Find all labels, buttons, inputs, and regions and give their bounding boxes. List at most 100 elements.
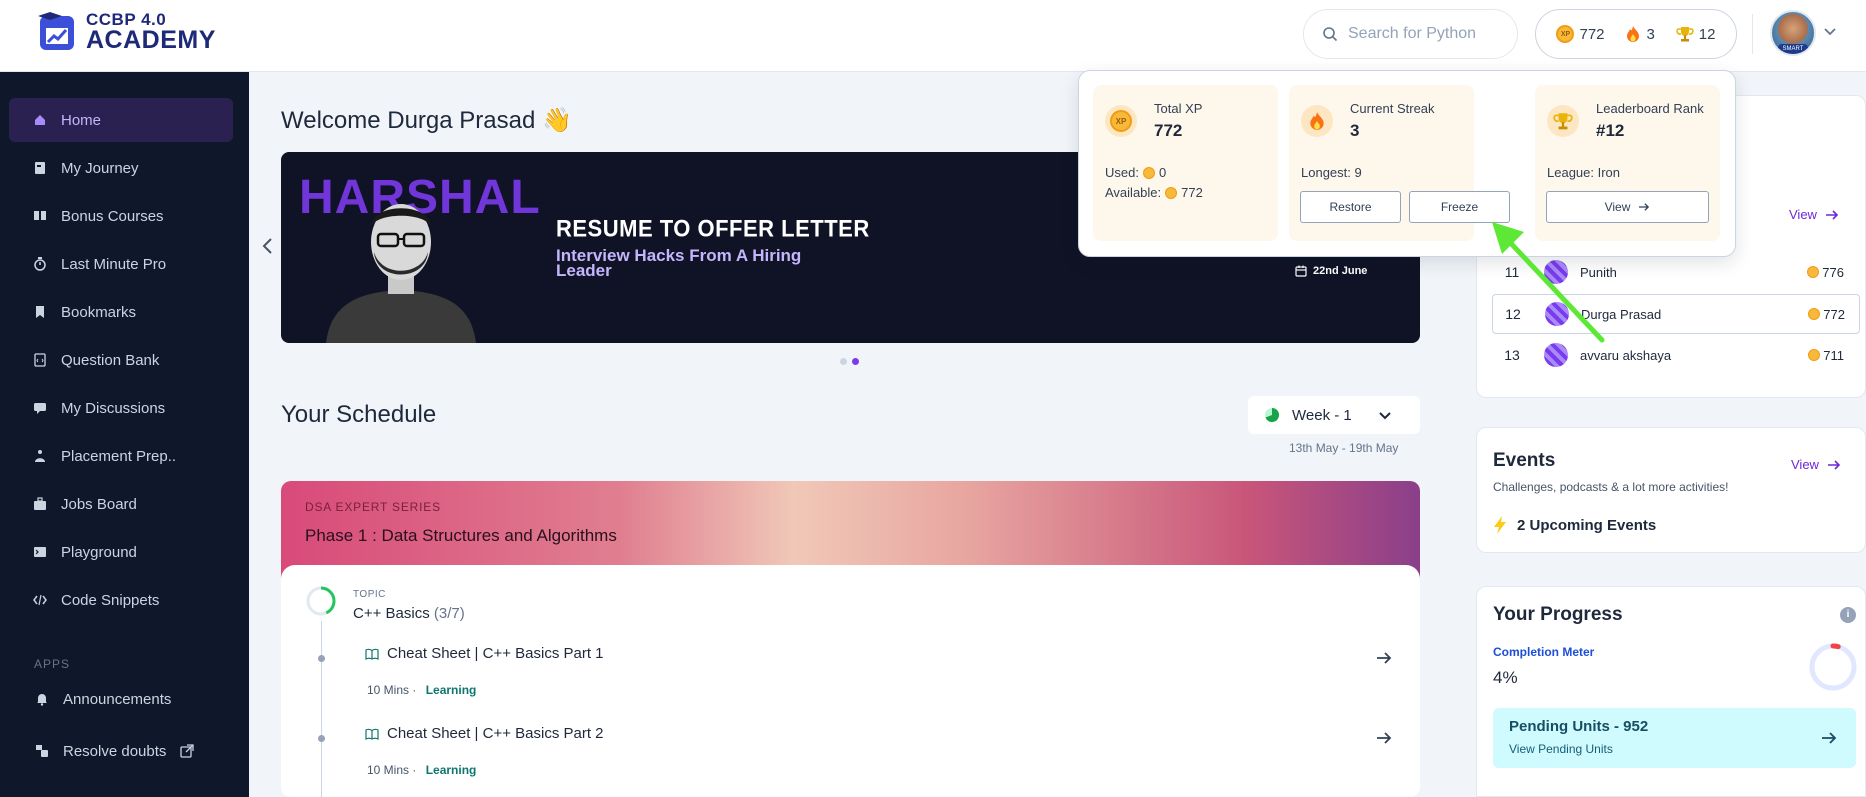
leaderboard-view-link[interactable]: View — [1789, 207, 1839, 222]
pending-units-card[interactable]: Pending Units - 952 View Pending Units — [1493, 708, 1856, 768]
sidebar-item-bonus-courses[interactable]: Bonus Courses — [9, 194, 233, 238]
pending-units-title: Pending Units - 952 — [1509, 718, 1649, 735]
sidebar-item-label: Question Bank — [61, 351, 160, 369]
sidebar-item-label: Resolve doubts — [63, 742, 167, 760]
popup-rank-label: Leaderboard Rank — [1596, 101, 1704, 116]
timeline-dot — [318, 735, 325, 742]
carousel-dot-active[interactable] — [852, 358, 859, 365]
journey-icon — [35, 162, 45, 174]
sidebar-item-my-discussions[interactable]: My Discussions — [9, 386, 233, 430]
events-title: Events — [1493, 450, 1556, 471]
events-view-link[interactable]: View — [1791, 457, 1841, 472]
available-label: Available: — [1105, 185, 1162, 200]
popup-xp-panel: XP Total XP 772 Used: 0 Available: 772 — [1093, 85, 1278, 241]
info-icon[interactable]: i — [1840, 607, 1856, 623]
topic-progress-ring — [306, 586, 336, 616]
sidebar-item-last-minute-pro[interactable]: Last Minute Pro — [9, 242, 233, 286]
sidebar-item-home[interactable]: Home — [9, 98, 233, 142]
popup-streak-label: Current Streak — [1350, 101, 1435, 116]
popup-league: League: Iron — [1547, 165, 1621, 180]
week-progress-icon — [1265, 407, 1280, 422]
carousel-prev-icon[interactable] — [260, 236, 276, 256]
sidebar-item-label: Home — [61, 111, 102, 129]
sidebar-app-announcements[interactable]: Announcements — [9, 677, 233, 721]
completion-meter-label: Completion Meter — [1493, 645, 1595, 659]
sidebar-item-label: Last Minute Pro — [61, 255, 167, 273]
series-tag: DSA EXPERT SERIES — [305, 500, 441, 514]
sidebar-item-placement-prep[interactable]: Placement Prep.. — [9, 434, 233, 478]
carousel-dot[interactable] — [840, 358, 847, 365]
lightning-icon — [1494, 516, 1506, 534]
avatar-badge: SMART — [1778, 44, 1808, 54]
arrow-right-icon — [1822, 732, 1837, 744]
schedule-item-title[interactable]: Cheat Sheet | C++ Basics Part 2 — [365, 725, 604, 742]
sidebar-item-label: Jobs Board — [61, 495, 137, 513]
banner-date: 22nd June — [1295, 265, 1367, 277]
external-link-icon — [180, 744, 195, 758]
sidebar-item-label: Placement Prep.. — [61, 447, 177, 465]
avatar[interactable]: SMART — [1770, 10, 1816, 56]
xp-stat[interactable]: XP 772 — [1556, 25, 1605, 43]
week-selector[interactable]: Week - 1 — [1248, 396, 1420, 434]
calendar-icon — [1295, 265, 1307, 277]
arrow-right-icon[interactable] — [1374, 728, 1394, 748]
phase-title: Phase 1 : Data Structures and Algorithms — [305, 526, 617, 545]
arrow-right-icon[interactable] — [1374, 648, 1394, 668]
search-input[interactable] — [1348, 25, 1508, 43]
briefcase-icon — [34, 497, 46, 510]
book-open-icon — [34, 211, 46, 220]
book-icon — [365, 648, 379, 660]
upcoming-events[interactable]: 2 Upcoming Events — [1493, 515, 1656, 535]
bell-icon — [37, 694, 47, 706]
schedule-item-title[interactable]: Cheat Sheet | C++ Basics Part 1 — [365, 645, 604, 662]
trophy-icon — [1547, 105, 1579, 137]
item-type: Learning — [425, 763, 477, 777]
sidebar-item-jobs-board[interactable]: Jobs Board — [9, 482, 233, 526]
restore-button[interactable]: Restore — [1300, 191, 1401, 223]
schedule-item-meta: 10 Mins · Learning — [367, 683, 477, 697]
schedule-card: DSA EXPERT SERIES Phase 1 : Data Structu… — [281, 481, 1420, 797]
sidebar-item-label: Announcements — [63, 690, 172, 708]
completion-percent: 4% — [1493, 668, 1518, 687]
lb-xp: 711 — [1808, 348, 1858, 363]
xp-coin-icon — [1165, 186, 1178, 199]
lb-xp-value: 772 — [1823, 306, 1845, 322]
rank-stat[interactable]: 12 — [1676, 25, 1716, 43]
lb-rank: 13 — [1504, 347, 1520, 363]
topic-name[interactable]: C++ Basics (3/7) — [353, 605, 465, 622]
chat-icon — [34, 403, 46, 414]
popup-xp-value: 772 — [1154, 121, 1183, 140]
chevron-down-icon[interactable] — [1823, 24, 1837, 38]
sidebar-item-playground[interactable]: Playground — [9, 530, 233, 574]
rank-value: 12 — [1698, 25, 1716, 43]
streak-value: 3 — [1646, 25, 1655, 43]
sidebar-item-bookmarks[interactable]: Bookmarks — [9, 290, 233, 334]
code-icon — [33, 594, 47, 606]
streak-stat[interactable]: 3 — [1625, 25, 1655, 43]
ccbp-logo[interactable]: CCBP 4.0 ACADEMY — [36, 10, 216, 54]
header-divider — [1752, 14, 1753, 54]
sidebar-item-label: Bonus Courses — [61, 207, 164, 225]
stats-popup: XP Total XP 772 Used: 0 Available: 772 Cur… — [1078, 70, 1736, 257]
sidebar-app-resolve-doubts[interactable]: Resolve doubts — [9, 729, 233, 773]
topic-name-text: C++ Basics — [353, 605, 430, 622]
stats-pill[interactable]: XP 772 3 12 — [1535, 9, 1737, 59]
home-icon — [35, 115, 45, 125]
completion-ring — [1809, 643, 1857, 691]
sidebar-item-my-journey[interactable]: My Journey — [9, 146, 233, 190]
used-label: Used: — [1105, 165, 1139, 180]
sidebar-item-question-bank[interactable]: Question Bank — [9, 338, 233, 382]
schedule-title: Your Schedule — [281, 401, 437, 428]
xp-coin-icon — [1808, 308, 1821, 320]
bookmark-icon — [36, 306, 44, 318]
item-duration: 10 Mins — [367, 683, 410, 697]
view-pending-units-link[interactable]: View Pending Units — [1509, 742, 1613, 756]
lb-name: avvaru akshaya — [1580, 347, 1672, 363]
sidebar-item-code-snippets[interactable]: Code Snippets — [9, 578, 233, 622]
schedule-item-meta: 10 Mins · Learning — [367, 763, 477, 777]
popup-streak-value: 3 — [1350, 121, 1360, 140]
doubts-icon — [36, 745, 48, 757]
sidebar-item-label: Playground — [61, 543, 137, 561]
lb-xp: 772 — [1808, 307, 1859, 322]
search-box[interactable] — [1303, 9, 1518, 59]
